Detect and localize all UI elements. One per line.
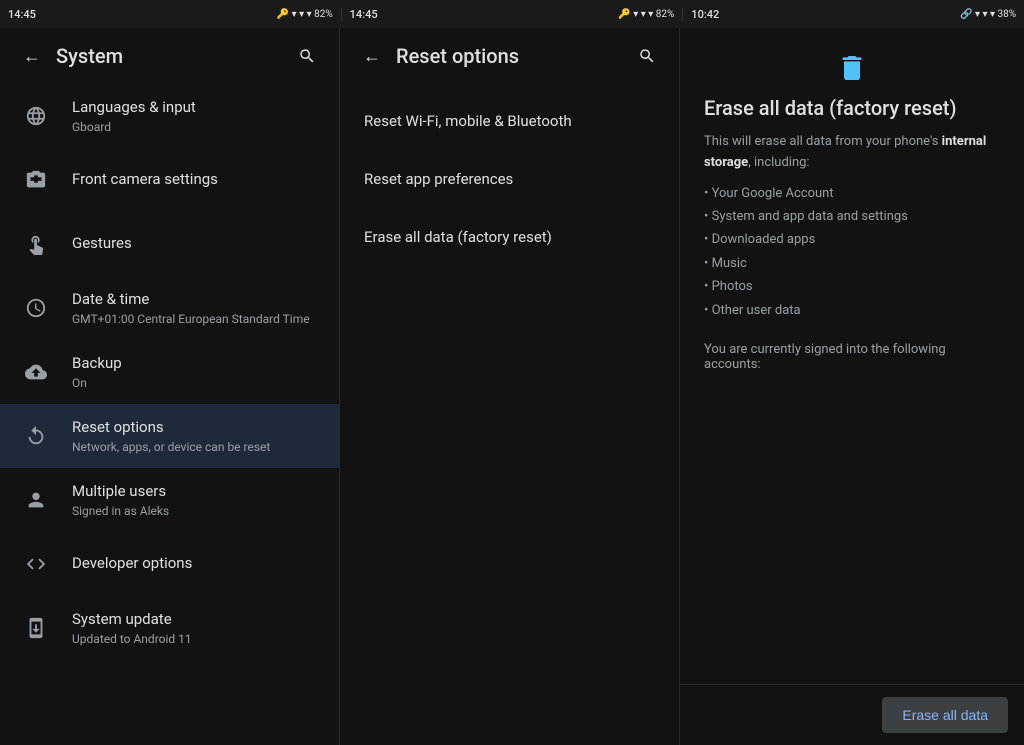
gestures-text: Gestures — [72, 234, 323, 254]
status-segment-1: 14:45 🔑 ▾ ▾ ▾ 82% — [0, 8, 341, 21]
reset-options-panel: ← Reset options Reset Wi-Fi, mobile & Bl… — [340, 28, 680, 745]
reset-options-header: ← Reset options — [340, 28, 679, 84]
system-update-icon — [16, 608, 56, 648]
backup-icon — [16, 352, 56, 392]
system-panel-header: ← System — [0, 28, 339, 84]
system-update-sublabel: Updated to Android 11 — [72, 632, 323, 646]
status-icons-3: 🔗 ▾ ▾ ▾ 38% — [960, 9, 1016, 20]
erase-list-item-5: • Photos — [704, 275, 1000, 298]
status-icons-2: 🔑 ▾ ▾ ▾ 82% — [618, 9, 674, 20]
backup-text: Backup On — [72, 354, 323, 390]
erase-all-data-item[interactable]: Erase all data (factory reset) — [340, 208, 679, 266]
multiple-users-text: Multiple users Signed in as Aleks — [72, 482, 323, 518]
erase-list-item-4: • Music — [704, 252, 1000, 275]
status-icons-1: 🔑 ▾ ▾ ▾ 82% — [277, 9, 333, 20]
erase-all-data-button[interactable]: Erase all data — [882, 697, 1008, 733]
developer-label: Developer options — [72, 554, 323, 574]
erase-footer: Erase all data — [680, 684, 1024, 745]
status-segment-3: 10:42 🔗 ▾ ▾ ▾ 38% — [683, 8, 1024, 21]
erase-title: Erase all data (factory reset) — [704, 96, 1000, 120]
settings-item-system-update[interactable]: System update Updated to Android 11 — [0, 596, 339, 660]
multiple-users-sublabel: Signed in as Aleks — [72, 504, 323, 518]
status-time-2: 14:45 — [350, 8, 378, 21]
gestures-icon — [16, 224, 56, 264]
reset-wifi-item[interactable]: Reset Wi-Fi, mobile & Bluetooth — [340, 92, 679, 150]
status-time-1: 14:45 — [8, 8, 36, 21]
erase-desc-prefix: This will erase all data from your phone… — [704, 134, 942, 149]
reset-options-sublabel: Network, apps, or device can be reset — [72, 440, 323, 454]
erase-description: This will erase all data from your phone… — [704, 132, 1000, 174]
settings-item-languages[interactable]: Languages & input Gboard — [0, 84, 339, 148]
reset-options-icon — [16, 416, 56, 456]
reset-options-title: Reset options — [396, 44, 631, 68]
multiple-users-icon — [16, 480, 56, 520]
system-search-button[interactable] — [291, 40, 323, 72]
settings-item-developer[interactable]: Developer options — [0, 532, 339, 596]
settings-item-front-camera[interactable]: Front camera settings — [0, 148, 339, 212]
reset-options-back-button[interactable]: ← — [356, 40, 388, 72]
erase-data-panel: Erase all data (factory reset) This will… — [680, 28, 1024, 745]
developer-icon — [16, 544, 56, 584]
settings-item-date-time[interactable]: Date & time GMT+01:00 Central European S… — [0, 276, 339, 340]
backup-sublabel: On — [72, 376, 323, 390]
system-back-button[interactable]: ← — [16, 40, 48, 72]
reset-list: Reset Wi-Fi, mobile & Bluetooth Reset ap… — [340, 84, 679, 745]
gestures-label: Gestures — [72, 234, 323, 254]
front-camera-label: Front camera settings — [72, 170, 323, 190]
erase-list-item-3: • Downloaded apps — [704, 228, 1000, 251]
languages-text: Languages & input Gboard — [72, 98, 323, 134]
date-time-label: Date & time — [72, 290, 323, 310]
date-time-text: Date & time GMT+01:00 Central European S… — [72, 290, 323, 326]
erase-items-list: • Your Google Account • System and app d… — [704, 182, 1000, 322]
settings-list: Languages & input Gboard Front camera se… — [0, 84, 339, 745]
system-update-text: System update Updated to Android 11 — [72, 610, 323, 646]
status-segment-2: 14:45 🔑 ▾ ▾ ▾ 82% — [341, 8, 684, 21]
reset-wifi-label: Reset Wi-Fi, mobile & Bluetooth — [364, 112, 572, 130]
erase-desc-suffix: , including: — [748, 155, 809, 170]
system-panel: ← System Languages & input Gboard — [0, 28, 340, 745]
erase-all-data-label: Erase all data (factory reset) — [364, 228, 552, 246]
reset-app-preferences-item[interactable]: Reset app preferences — [340, 150, 679, 208]
settings-item-multiple-users[interactable]: Multiple users Signed in as Aleks — [0, 468, 339, 532]
languages-label: Languages & input — [72, 98, 323, 118]
status-time-3: 10:42 — [691, 8, 719, 21]
front-camera-icon — [16, 160, 56, 200]
settings-item-gestures[interactable]: Gestures — [0, 212, 339, 276]
front-camera-text: Front camera settings — [72, 170, 323, 190]
status-bar: 14:45 🔑 ▾ ▾ ▾ 82% 14:45 🔑 ▾ ▾ ▾ 82% 10:4… — [0, 0, 1024, 28]
system-update-label: System update — [72, 610, 323, 630]
developer-text: Developer options — [72, 554, 323, 574]
reset-app-preferences-label: Reset app preferences — [364, 170, 513, 188]
reset-options-label: Reset options — [72, 418, 323, 438]
reset-options-text: Reset options Network, apps, or device c… — [72, 418, 323, 454]
backup-label: Backup — [72, 354, 323, 374]
date-time-sublabel: GMT+01:00 Central European Standard Time — [72, 312, 323, 326]
settings-item-reset-options[interactable]: Reset options Network, apps, or device c… — [0, 404, 339, 468]
system-panel-title: System — [56, 44, 291, 68]
languages-sublabel: Gboard — [72, 120, 323, 134]
settings-item-backup[interactable]: Backup On — [0, 340, 339, 404]
reset-options-search-button[interactable] — [631, 40, 663, 72]
erase-trash-icon — [704, 52, 1000, 84]
multiple-users-label: Multiple users — [72, 482, 323, 502]
languages-icon — [16, 96, 56, 136]
erase-content: Erase all data (factory reset) This will… — [680, 28, 1024, 684]
erase-list-item-2: • System and app data and settings — [704, 205, 1000, 228]
erase-list-item-1: • Your Google Account — [704, 182, 1000, 205]
date-time-icon — [16, 288, 56, 328]
main-panels: ← System Languages & input Gboard — [0, 28, 1024, 745]
erase-list-item-6: • Other user data — [704, 299, 1000, 322]
erase-accounts-text: You are currently signed into the follow… — [704, 342, 1000, 372]
